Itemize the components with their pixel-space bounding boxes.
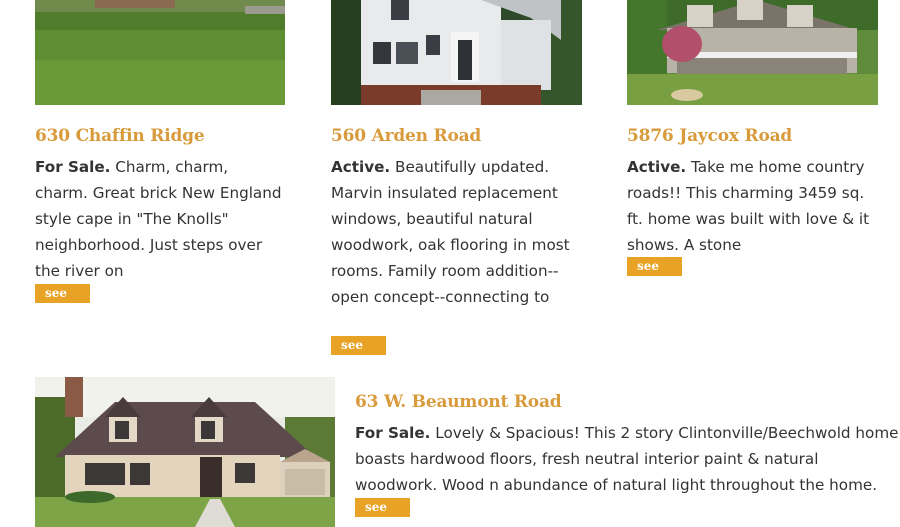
listing-description: Active. Take me home country roads!! Thi…: [627, 154, 882, 258]
see-more-button[interactable]: see more: [627, 257, 682, 291]
listing-description-text: Beautifully updated. Marvin insulated re…: [331, 158, 570, 306]
see-more-button[interactable]: see more: [35, 284, 90, 318]
listing-photo[interactable]: [331, 0, 582, 105]
listing-description: For Sale. Charm, charm, charm. Great bri…: [35, 154, 285, 284]
listing-status: Active.: [627, 158, 687, 176]
listing-status: Active.: [331, 158, 391, 176]
listing-photo[interactable]: [627, 0, 878, 105]
listing-title[interactable]: 630 Chaffin Ridge: [35, 126, 205, 146]
listing-title[interactable]: 5876 Jaycox Road: [627, 126, 792, 146]
listing-description: Active. Beautifully updated. Marvin insu…: [331, 154, 576, 310]
listing-photo[interactable]: [35, 0, 285, 105]
listing-description-text: Charm, charm, charm. Great brick New Eng…: [35, 158, 282, 280]
listing-status: For Sale.: [35, 158, 111, 176]
listing-title[interactable]: 63 W. Beaumont Road: [355, 392, 562, 412]
see-more-button[interactable]: see more: [331, 336, 386, 370]
listing-status: For Sale.: [355, 424, 431, 442]
listing-title[interactable]: 560 Arden Road: [331, 126, 481, 146]
listing-photo[interactable]: [35, 377, 335, 527]
see-more-button[interactable]: see more: [355, 498, 410, 527]
listing-description: For Sale. Lovely & Spacious! This 2 stor…: [355, 420, 900, 498]
listing-description-text: Lovely & Spacious! This 2 story Clintonv…: [355, 424, 899, 494]
